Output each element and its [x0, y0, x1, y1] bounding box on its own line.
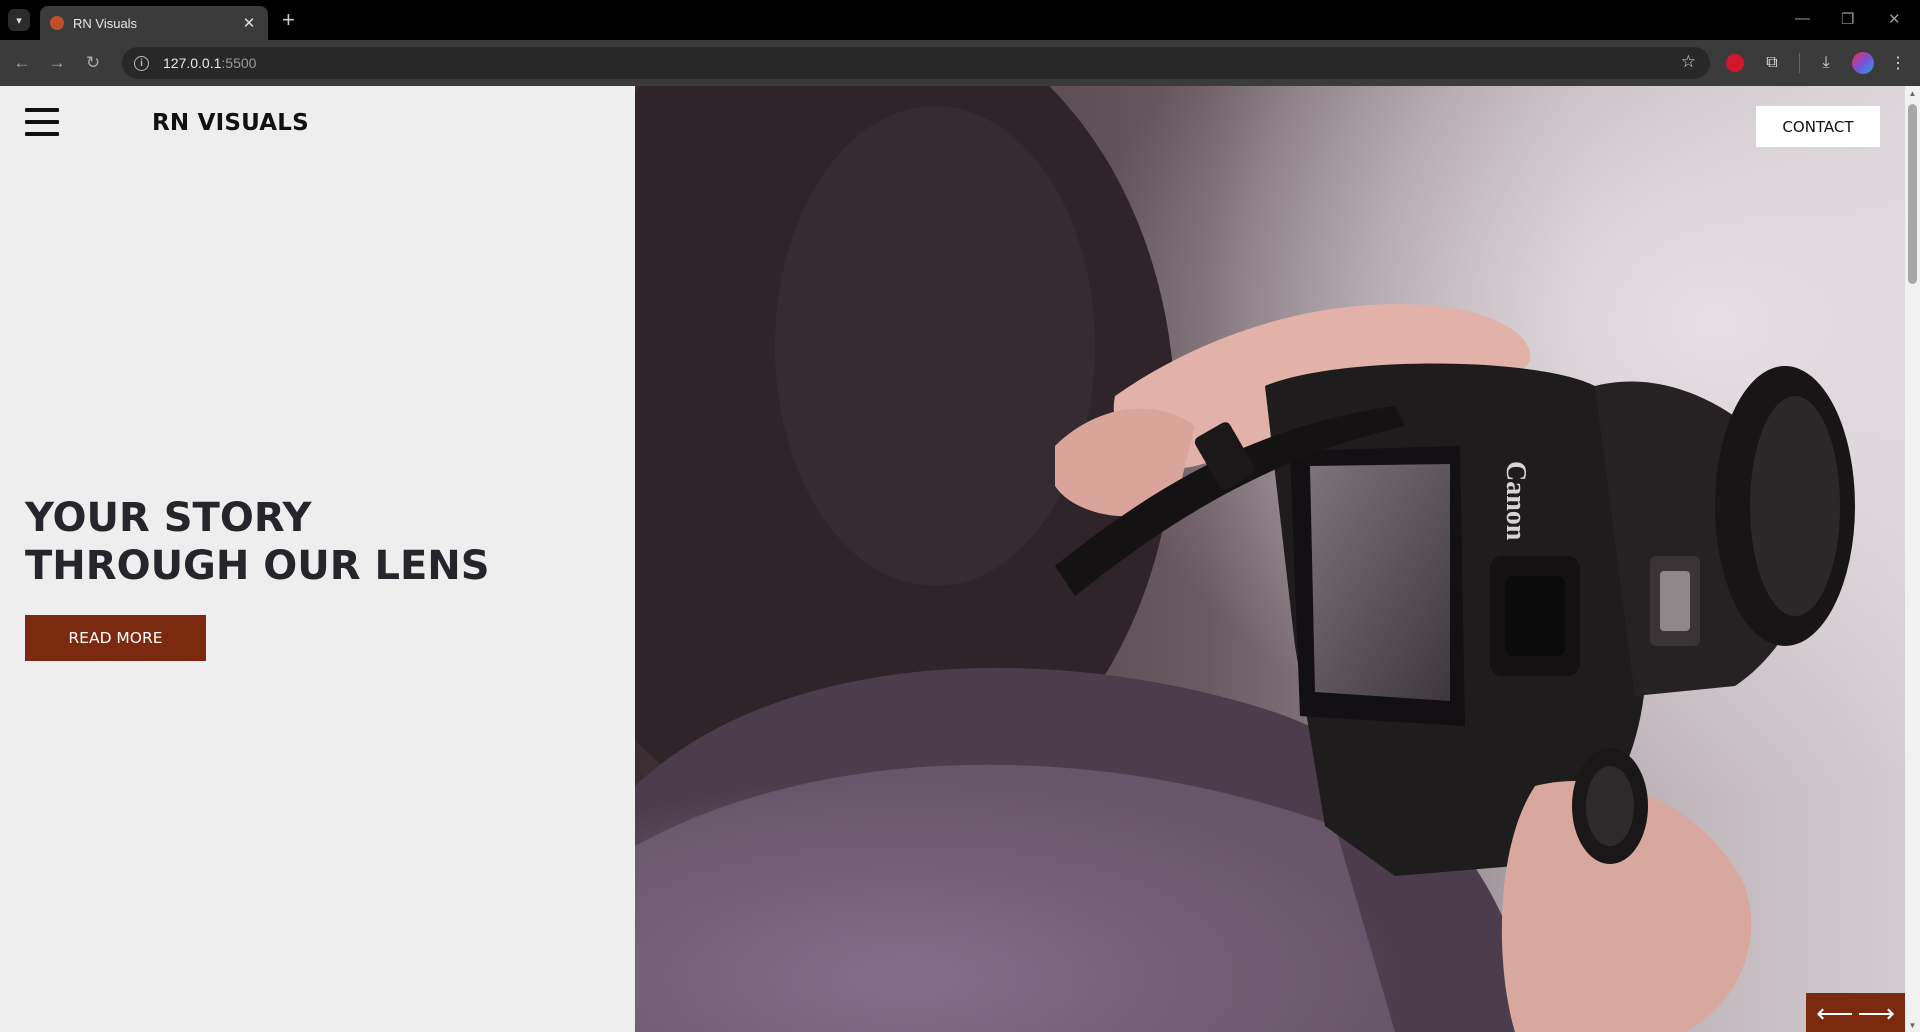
scroll-down-arrow-icon[interactable]: ▼	[1905, 1018, 1920, 1032]
site-brand[interactable]: RN VISUALS	[152, 110, 309, 136]
url-host: 127.0.0.1	[163, 55, 222, 71]
plus-icon: +	[282, 7, 295, 32]
window-close-button[interactable]: ✕	[1888, 10, 1901, 28]
restore-button[interactable]: ❐	[1841, 10, 1854, 28]
read-more-button[interactable]: READ MORE	[25, 615, 206, 661]
favicon-icon	[50, 16, 64, 30]
hero-image: Canon	[635, 86, 1905, 1032]
hero-photo-camera: Canon	[635, 86, 1905, 1032]
toolbar-divider	[1799, 53, 1800, 73]
kebab-menu-icon: ⋮	[1890, 55, 1906, 72]
download-icon: ⤓	[1822, 54, 1830, 71]
page-viewport: RN VISUALS YOUR STORY THROUGH OUR LENS R…	[0, 86, 1920, 1032]
extension-icon	[1726, 54, 1744, 72]
profile-button[interactable]	[1851, 51, 1875, 75]
browser-menu-button[interactable]: ⋮	[1886, 51, 1910, 75]
chevron-down-icon: ▾	[16, 14, 22, 27]
address-bar[interactable]: i 127.0.0.1:5500 ☆	[122, 47, 1710, 79]
avatar	[1852, 52, 1874, 74]
forward-button[interactable]: →	[45, 51, 69, 75]
tab-title: RN Visuals	[73, 15, 138, 31]
left-panel: RN VISUALS YOUR STORY THROUGH OUR LENS R…	[0, 86, 635, 1032]
tab-search-button[interactable]: ▾	[8, 9, 30, 31]
reload-button[interactable]: ↻	[81, 51, 105, 75]
close-icon[interactable]: ✕	[240, 14, 258, 32]
extension-button[interactable]	[1723, 51, 1747, 75]
reload-icon: ↻	[85, 53, 101, 72]
info-icon[interactable]: i	[134, 55, 149, 71]
prev-arrow-icon[interactable]: ⟵	[1816, 1000, 1853, 1026]
browser-tabstrip: ▾ RN Visuals ✕ + ― ❐ ✕	[0, 0, 1920, 40]
page-scrollbar[interactable]: ▲ ▼	[1905, 86, 1920, 1032]
slider-controls: ⟵ ⟶	[1806, 993, 1905, 1032]
extensions-menu-button[interactable]: ⧉	[1760, 51, 1784, 75]
browser-tab[interactable]: RN Visuals ✕	[40, 6, 268, 40]
new-tab-button[interactable]: +	[282, 8, 295, 32]
puzzle-icon: ⧉	[1766, 54, 1778, 71]
hero-headline: YOUR STORY THROUGH OUR LENS	[25, 494, 490, 590]
url-port: :5500	[221, 55, 257, 71]
star-icon[interactable]: ☆	[1681, 52, 1696, 72]
downloads-button[interactable]: ⤓	[1814, 51, 1838, 75]
next-arrow-icon[interactable]: ⟶	[1858, 1000, 1895, 1026]
headline-line-2: THROUGH OUR LENS	[25, 543, 490, 589]
back-button[interactable]: ←	[10, 51, 34, 75]
hamburger-menu-icon[interactable]	[25, 108, 59, 136]
scroll-up-arrow-icon[interactable]: ▲	[1905, 86, 1920, 100]
back-arrow-icon: ←	[13, 53, 31, 72]
scrollbar-thumb[interactable]	[1908, 104, 1917, 284]
headline-line-1: YOUR STORY	[25, 495, 312, 541]
contact-button[interactable]: CONTACT	[1756, 106, 1880, 147]
browser-toolbar: ← → ↻ i 127.0.0.1:5500 ☆ ⧉ ⤓ ⋮	[0, 40, 1920, 86]
minimize-button[interactable]: ―	[1795, 10, 1810, 27]
forward-arrow-icon: →	[48, 53, 66, 72]
camera-brand-text: Canon	[1500, 461, 1531, 541]
